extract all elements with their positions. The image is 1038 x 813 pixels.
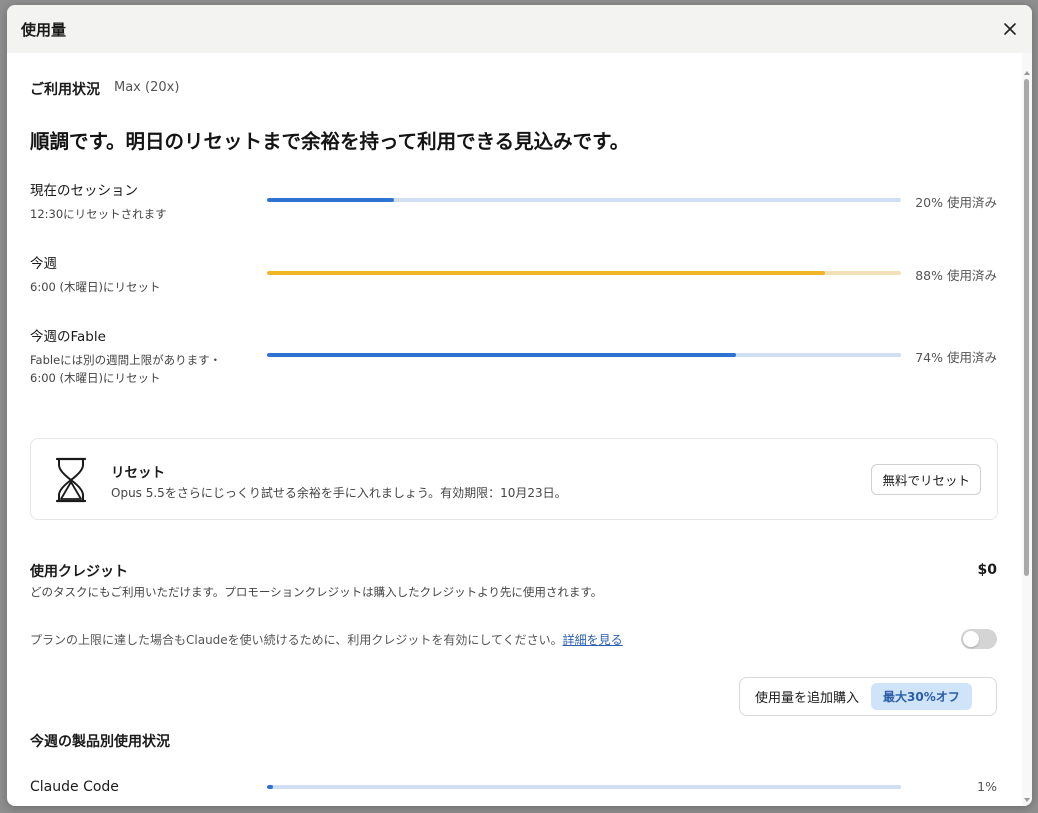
session-reset-text: 12:30にリセットされます <box>30 207 167 221</box>
fable-title: 今週のFable <box>30 329 106 345</box>
plan-value: Max (20x) <box>114 80 180 95</box>
status-headline: 順調です。明日のリセットまで余裕を持って利用できる見込みです。 <box>30 130 630 153</box>
reset-card: リセット Opus 5.5をさらにじっくり試せる余裕を手に入れましょう。有効期限… <box>30 438 998 520</box>
dialog-content[interactable]: ご利用状況 Max (20x) 順調です。明日のリセットまで余裕を持って利用でき… <box>7 53 1022 806</box>
claude-code-progress-bar <box>267 785 901 789</box>
week-progress-bar <box>267 271 901 275</box>
claude-code-percent: 1% <box>977 779 997 794</box>
reset-description: Opus 5.5をさらにじっくり試せる余裕を手に入れましょう。有効期限：10月2… <box>111 486 567 500</box>
discount-badge: 最大30%オフ <box>871 683 972 710</box>
scroll-up-icon[interactable] <box>1024 71 1030 75</box>
product-usage-title: 今週の製品別使用状況 <box>30 734 170 750</box>
reset-title: リセット <box>111 465 165 481</box>
fable-percent: 74% 使用済み <box>915 350 997 365</box>
session-percent: 20% 使用済み <box>915 195 997 210</box>
scrollbar[interactable] <box>1022 53 1032 806</box>
credits-title: 使用クレジット <box>30 564 128 580</box>
dialog-title: 使用量 <box>21 21 67 39</box>
session-progress-fill <box>267 198 394 202</box>
toggle-knob <box>963 631 979 647</box>
close-icon <box>1004 23 1016 35</box>
credits-enable-message: プランの上限に達した場合もClaudeを使い続けるために、利用クレジットを有効に… <box>30 633 563 647</box>
credits-toggle[interactable] <box>961 629 997 649</box>
claude-code-progress-fill <box>267 785 274 789</box>
week-percent: 88% 使用済み <box>915 268 997 283</box>
close-button[interactable] <box>998 17 1022 41</box>
fable-reset-text: 6:00 (木曜日)にリセット <box>30 371 161 385</box>
dialog-titlebar: 使用量 <box>7 5 1032 53</box>
scroll-thumb[interactable] <box>1024 79 1029 576</box>
week-progress-fill <box>267 271 825 275</box>
credits-description: どのタスクにもご利用いただけます。プロモーションクレジットは購入したクレジットよ… <box>30 585 603 599</box>
week-reset-text: 6:00 (木曜日)にリセット <box>30 280 161 294</box>
week-title: 今週 <box>30 256 57 272</box>
fable-progress-bar <box>267 353 901 357</box>
hourglass-icon <box>55 457 87 503</box>
free-reset-button[interactable]: 無料でリセット <box>871 464 981 495</box>
session-progress-bar <box>267 198 901 202</box>
fable-progress-fill <box>267 353 737 357</box>
fable-limit-text: Fableには別の週間上限があります・ <box>30 353 222 367</box>
plan-label: ご利用状況 <box>30 82 100 98</box>
credits-amount: $0 <box>977 562 997 578</box>
usage-dialog: 使用量 ご利用状況 Max (20x) 順調です。明日のリセットまで余裕を持って… <box>7 5 1032 806</box>
buy-more-label: 使用量を追加購入 <box>755 691 860 706</box>
product-name-claude-code: Claude Code <box>30 779 119 795</box>
session-title: 現在のセッション <box>30 183 138 199</box>
learn-more-link[interactable]: 詳細を見る <box>563 633 623 647</box>
buy-more-usage-button[interactable]: 使用量を追加購入 最大30%オフ <box>739 677 997 716</box>
scroll-down-icon[interactable] <box>1024 798 1030 802</box>
credits-enable-text: プランの上限に達した場合もClaudeを使い続けるために、利用クレジットを有効に… <box>30 631 623 648</box>
